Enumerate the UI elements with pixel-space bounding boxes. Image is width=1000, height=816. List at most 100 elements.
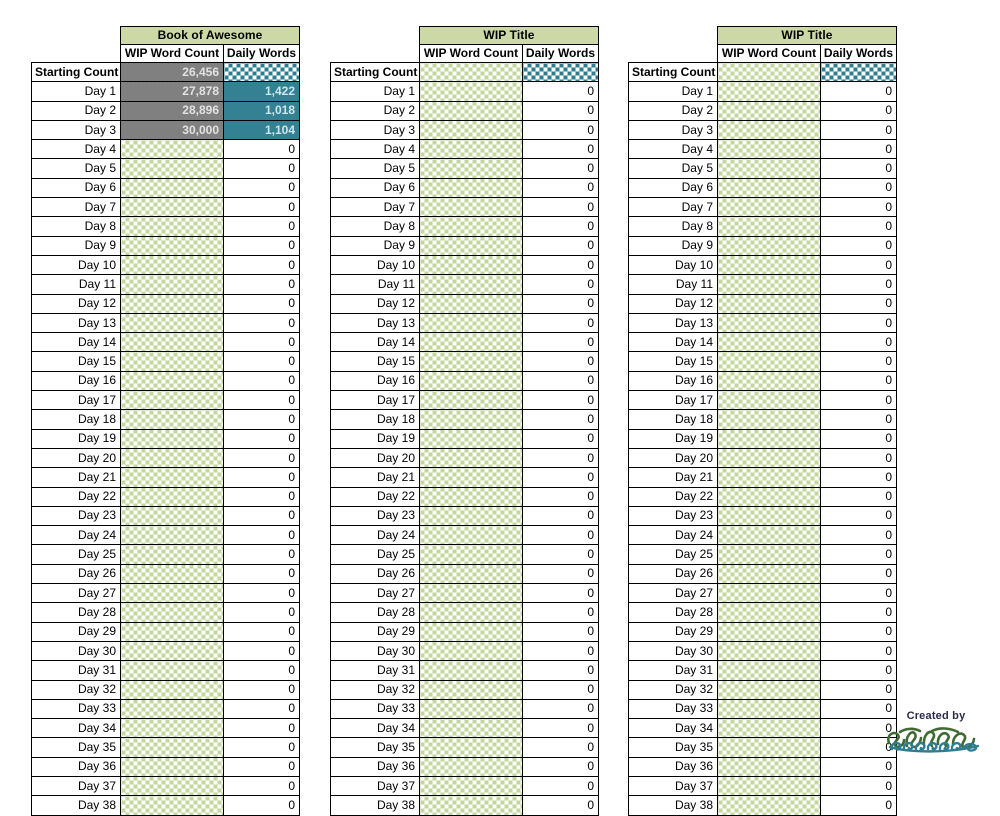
cell-daily-words[interactable]: 0 [223,544,300,565]
cell-daily-words[interactable]: 0 [223,370,300,392]
cell-daily-words[interactable]: 0 [820,447,897,469]
cell-daily-words[interactable]: 0 [223,197,300,218]
cell-daily-words[interactable]: 0 [223,563,300,585]
cell-daily-words[interactable]: 0 [820,235,897,256]
cell-wip-word-count[interactable] [717,293,821,314]
cell-daily-words[interactable]: 0 [820,158,897,179]
cell-daily-words[interactable]: 0 [522,216,599,237]
cell-daily-words[interactable]: 0 [820,351,897,372]
cell-wip-word-count[interactable] [717,235,821,256]
cell-daily-words[interactable]: 0 [522,698,599,720]
cell-wip-word-count[interactable] [419,602,523,623]
cell-wip-word-count[interactable] [120,698,224,720]
cell-wip-word-count[interactable] [717,216,821,237]
cell-daily-words[interactable]: 0 [820,332,897,353]
cell-wip-word-count[interactable] [717,698,821,720]
cell-daily-words[interactable]: 0 [820,505,897,527]
cell-daily-words[interactable]: 1,422 [223,81,300,102]
cell-wip-word-count[interactable] [717,370,821,392]
cell-daily-words[interactable]: 0 [820,775,897,797]
cell-wip-word-count[interactable] [120,274,224,295]
cell-wip-word-count[interactable] [717,602,821,623]
cell-wip-word-count[interactable]: 28,896 [120,100,224,121]
cell-daily-words[interactable]: 0 [522,718,599,739]
cell-wip-word-count[interactable] [120,293,224,314]
cell-daily-words[interactable]: 0 [223,775,300,797]
cell-wip-word-count[interactable] [120,583,224,604]
cell-daily-words[interactable]: 0 [820,177,897,199]
cell-daily-words[interactable]: 0 [820,216,897,237]
cell-wip-word-count[interactable] [717,640,821,662]
cell-daily-words[interactable]: 0 [522,602,599,623]
cell-wip-word-count[interactable] [419,660,523,681]
cell-daily-words[interactable]: 0 [820,312,897,334]
cell-daily-words[interactable]: 0 [522,370,599,392]
cell-daily-words[interactable]: 0 [820,409,897,430]
cell-wip-word-count[interactable] [419,81,523,102]
cell-daily-words[interactable]: 0 [522,254,599,276]
cell-daily-words[interactable]: 0 [820,679,897,700]
cell-daily-words[interactable]: 0 [820,293,897,314]
cell-wip-word-count[interactable] [120,158,224,179]
cell-wip-word-count[interactable] [717,119,821,141]
cell-wip-word-count[interactable] [120,235,224,256]
cell-wip-word-count[interactable] [717,756,821,777]
cell-daily-words[interactable]: 0 [522,351,599,372]
cell-wip-word-count[interactable] [717,525,821,546]
cell-wip-word-count[interactable] [717,428,821,449]
cell-daily-words[interactable]: 0 [820,139,897,160]
cell-wip-word-count[interactable]: 30,000 [120,119,224,141]
cell-wip-word-count[interactable] [120,679,224,700]
cell-wip-word-count[interactable] [120,139,224,160]
cell-daily-words[interactable]: 0 [223,737,300,758]
cell-wip-word-count[interactable] [120,467,224,488]
cell-daily-words[interactable]: 0 [820,81,897,102]
cell-wip-word-count[interactable] [419,486,523,507]
cell-wip-word-count[interactable] [120,718,224,739]
cell-wip-word-count[interactable] [717,660,821,681]
cell-wip-word-count[interactable] [717,139,821,160]
cell-wip-word-count[interactable] [419,640,523,662]
cell-daily-words[interactable]: 0 [522,505,599,527]
cell-wip-word-count[interactable] [419,718,523,739]
cell-wip-word-count[interactable] [419,197,523,218]
cell-wip-word-count[interactable]: 27,878 [120,81,224,102]
cell-daily-words[interactable]: 0 [223,351,300,372]
cell-daily-words[interactable]: 0 [522,679,599,700]
cell-wip-word-count[interactable] [717,351,821,372]
cell-daily-words[interactable]: 0 [522,332,599,353]
cell-daily-words[interactable]: 0 [522,81,599,102]
cell-wip-word-count[interactable] [120,312,224,334]
cell-wip-word-count[interactable] [717,467,821,488]
cell-daily-words[interactable]: 0 [522,640,599,662]
cell-wip-word-count[interactable] [419,621,523,642]
cell-wip-word-count[interactable] [120,254,224,276]
cell-daily-words[interactable]: 0 [522,100,599,121]
cell-wip-word-count[interactable] [419,737,523,758]
cell-daily-words[interactable]: 0 [522,158,599,179]
cell-daily-words[interactable]: 0 [522,312,599,334]
cell-daily-words[interactable]: 0 [223,795,300,816]
cell-wip-word-count[interactable] [717,197,821,218]
cell-wip-word-count[interactable] [419,293,523,314]
cell-wip-word-count[interactable] [419,544,523,565]
cell-daily-words[interactable]: 0 [223,254,300,276]
cell-wip-word-count[interactable] [419,390,523,411]
cell-daily-words[interactable]: 0 [522,737,599,758]
cell-wip-word-count[interactable] [717,795,821,816]
cell-daily-words[interactable]: 0 [820,563,897,585]
cell-daily-words[interactable]: 0 [223,718,300,739]
cell-daily-words[interactable]: 0 [820,660,897,681]
cell-daily-words[interactable]: 0 [522,274,599,295]
cell-wip-word-count[interactable] [717,505,821,527]
cell-daily-words[interactable]: 1,018 [223,100,300,121]
cell-wip-word-count[interactable] [419,756,523,777]
cell-wip-word-count[interactable] [120,795,224,816]
cell-daily-words[interactable]: 0 [223,621,300,642]
cell-daily-words[interactable]: 0 [223,332,300,353]
cell-daily-words[interactable]: 0 [522,119,599,141]
cell-wip-word-count[interactable] [419,467,523,488]
cell-daily-words[interactable]: 0 [522,390,599,411]
cell-daily-words[interactable]: 0 [223,525,300,546]
cell-daily-words[interactable]: 0 [820,370,897,392]
